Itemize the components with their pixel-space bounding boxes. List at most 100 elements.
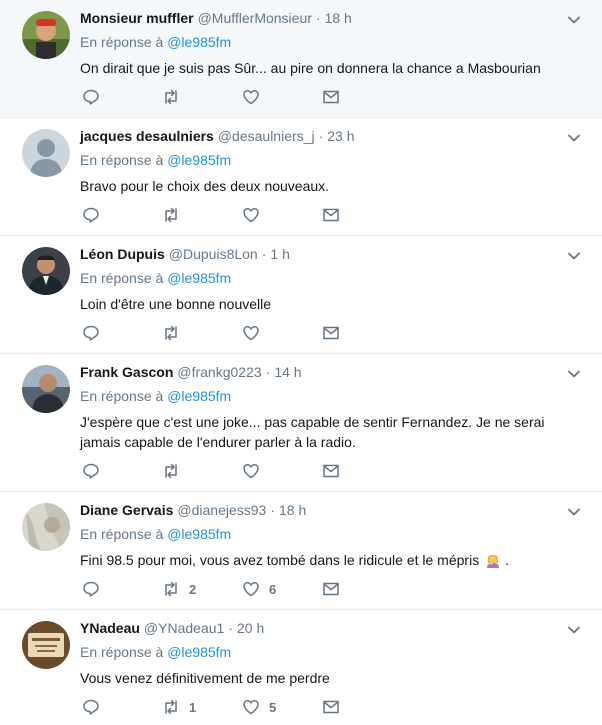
- tweet[interactable]: jacques desaulniers @desaulniers_j · 23 …: [0, 118, 602, 236]
- like-button[interactable]: [242, 324, 322, 342]
- tweet[interactable]: Frank Gascon @frankg0223 · 14 h En répon…: [0, 354, 602, 492]
- retweet-count: 2: [189, 581, 197, 597]
- chevron-down-icon[interactable]: [566, 248, 582, 264]
- like-button[interactable]: 5: [242, 698, 322, 716]
- tweet-text: On dirait que je suis pas Sûr... au pire…: [80, 60, 541, 76]
- reply-prefix: En réponse à: [80, 644, 164, 660]
- tweet-actions: 1 5: [82, 688, 590, 725]
- display-name[interactable]: jacques desaulniers: [80, 128, 214, 144]
- reply-button[interactable]: [82, 580, 162, 598]
- chevron-down-icon[interactable]: [566, 622, 582, 638]
- retweet-button[interactable]: [162, 206, 242, 224]
- direct-message-button[interactable]: [322, 580, 402, 598]
- avatar[interactable]: [22, 129, 70, 177]
- chevron-down-icon[interactable]: [566, 504, 582, 520]
- avatar[interactable]: [22, 247, 70, 295]
- reply-context: En réponse à @le985fm: [80, 388, 590, 406]
- separator-dot: ·: [315, 10, 321, 26]
- reply-icon: [83, 89, 99, 105]
- chevron-down-icon[interactable]: [566, 366, 582, 382]
- avatar[interactable]: [22, 11, 70, 59]
- reply-context: En réponse à @le985fm: [80, 270, 590, 288]
- timestamp[interactable]: 23 h: [327, 128, 354, 144]
- reply-mention-link[interactable]: @le985fm: [167, 270, 231, 286]
- tweet-header: Frank Gascon @frankg0223 · 14 h: [80, 364, 590, 382]
- avatar[interactable]: [22, 621, 70, 669]
- retweet-icon: [165, 699, 177, 715]
- like-button[interactable]: 6: [242, 580, 322, 598]
- retweet-icon: [165, 325, 177, 341]
- timestamp[interactable]: 14 h: [274, 364, 301, 380]
- reply-button[interactable]: [82, 88, 162, 106]
- retweet-button[interactable]: 2: [162, 580, 242, 598]
- reply-button[interactable]: [82, 698, 162, 716]
- user-handle[interactable]: @YNadeau1: [144, 620, 224, 636]
- tweet-actions: [82, 78, 590, 116]
- retweet-count: 1: [189, 699, 197, 715]
- heart-icon: [243, 208, 259, 223]
- reply-button[interactable]: [82, 462, 162, 480]
- reply-icon: [83, 699, 99, 715]
- like-button[interactable]: [242, 462, 322, 480]
- retweet-button[interactable]: 1: [162, 698, 242, 716]
- display-name[interactable]: Monsieur muffler: [80, 10, 194, 26]
- reply-mention-link[interactable]: @le985fm: [167, 152, 231, 168]
- like-button[interactable]: [242, 88, 322, 106]
- tweet-actions: [82, 452, 590, 490]
- tweet[interactable]: Monsieur muffler @MufflerMonsieur · 18 h…: [0, 0, 602, 118]
- envelope-icon: [323, 464, 339, 478]
- tweet-actions: 2 6: [82, 570, 590, 608]
- retweet-button[interactable]: [162, 88, 242, 106]
- like-button[interactable]: [242, 206, 322, 224]
- direct-message-button[interactable]: [322, 324, 402, 342]
- tweet-text: Vous venez définitivement de me perdre: [80, 670, 330, 686]
- like-count: 6: [269, 581, 277, 597]
- avatar[interactable]: [22, 503, 70, 551]
- timestamp[interactable]: 1 h: [270, 246, 289, 262]
- retweet-icon: [165, 207, 177, 223]
- tweet[interactable]: YNadeau @YNadeau1 · 20 h En réponse à @l…: [0, 610, 602, 725]
- user-handle[interactable]: @MufflerMonsieur: [198, 10, 312, 26]
- tweet-header: Monsieur muffler @MufflerMonsieur · 18 h: [80, 10, 590, 28]
- separator-dot: ·: [261, 246, 267, 262]
- reply-mention-link[interactable]: @le985fm: [167, 644, 231, 660]
- avatar[interactable]: [22, 365, 70, 413]
- direct-message-button[interactable]: [322, 698, 402, 716]
- user-handle[interactable]: @desaulniers_j: [218, 128, 315, 144]
- display-name[interactable]: Diane Gervais: [80, 502, 173, 518]
- tweet-text-suffix: .: [504, 552, 509, 568]
- separator-dot: ·: [228, 620, 233, 636]
- direct-message-button[interactable]: [322, 206, 402, 224]
- retweet-button[interactable]: [162, 324, 242, 342]
- reply-mention-link[interactable]: @le985fm: [167, 526, 231, 542]
- user-handle[interactable]: @dianejess93: [177, 502, 266, 518]
- tweet-text: J'espère que c'est une joke... pas capab…: [80, 414, 545, 450]
- chevron-down-icon[interactable]: [566, 12, 582, 28]
- user-handle[interactable]: @frankg0223: [177, 364, 261, 380]
- timestamp[interactable]: 18 h: [279, 502, 306, 518]
- reply-mention-link[interactable]: @le985fm: [167, 388, 231, 404]
- like-count: 5: [269, 699, 277, 715]
- reply-button[interactable]: [82, 206, 162, 224]
- tweet-text: Bravo pour le choix des deux nouveaux.: [80, 178, 330, 194]
- retweet-button[interactable]: [162, 462, 242, 480]
- timestamp[interactable]: 18 h: [325, 10, 352, 26]
- direct-message-button[interactable]: [322, 88, 402, 106]
- chevron-down-icon[interactable]: [566, 130, 582, 146]
- user-handle[interactable]: @Dupuis8Lon: [169, 246, 258, 262]
- tweet[interactable]: Diane Gervais @dianejess93 · 18 h En rép…: [0, 492, 602, 610]
- display-name[interactable]: Frank Gascon: [80, 364, 173, 380]
- timestamp[interactable]: 20 h: [237, 620, 264, 636]
- reply-mention-link[interactable]: @le985fm: [167, 34, 231, 50]
- display-name[interactable]: Léon Dupuis: [80, 246, 165, 262]
- tweet-header: Diane Gervais @dianejess93 · 18 h: [80, 502, 590, 520]
- tweet[interactable]: Léon Dupuis @Dupuis8Lon · 1 h En réponse…: [0, 236, 602, 354]
- envelope-icon: [323, 326, 339, 340]
- heart-icon: [243, 326, 259, 341]
- tweet-header: YNadeau @YNadeau1 · 20 h: [80, 620, 590, 638]
- reply-prefix: En réponse à: [80, 34, 164, 50]
- reply-button[interactable]: [82, 324, 162, 342]
- direct-message-button[interactable]: [322, 462, 402, 480]
- retweet-icon: [165, 89, 177, 105]
- display-name[interactable]: YNadeau: [80, 620, 140, 636]
